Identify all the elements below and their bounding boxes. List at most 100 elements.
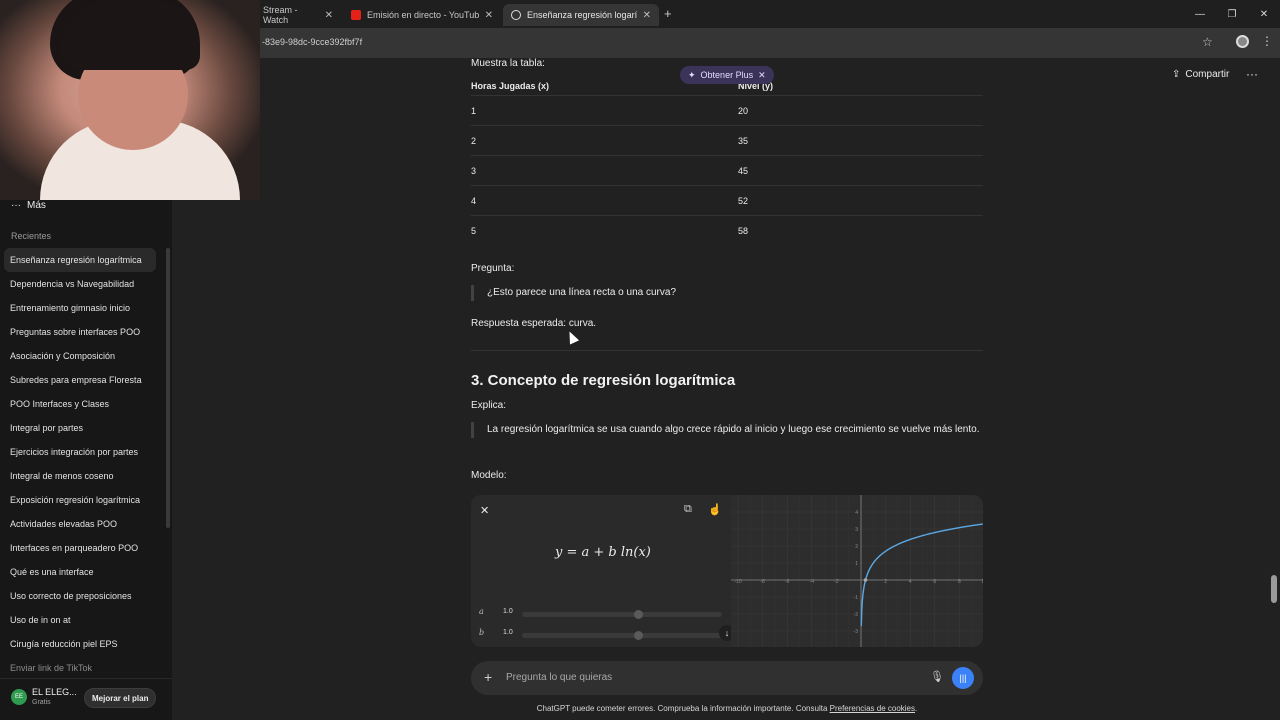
tab-title: Stream - Watch (263, 5, 298, 25)
sidebar-item-chat[interactable]: Uso de in on at (4, 608, 156, 632)
x-intercept-point[interactable] (863, 578, 868, 582)
close-tab-icon[interactable]: ✕ (485, 10, 493, 21)
table-cell: 52 (738, 195, 749, 206)
x-tick-label: 2 (884, 579, 887, 585)
slider-track[interactable] (522, 612, 722, 617)
question-quote: ¿Esto parece una línea recta o una curva… (471, 285, 676, 301)
sidebar-more-label: Más (27, 200, 46, 211)
tab-chatgpt[interactable]: Enseñanza regresión logarítmica ✕ (503, 4, 659, 26)
bookmark-star-icon[interactable]: ☆ (1202, 35, 1213, 49)
sidebar-item-chat[interactable]: Actividades elevadas POO (4, 512, 156, 536)
close-window-icon[interactable]: ✕ (1248, 0, 1280, 28)
table-cell: 2 (471, 135, 477, 146)
x-tick-label: 10 (981, 579, 983, 585)
y-tick-label: 2 (855, 544, 858, 550)
sidebar-scrollbar[interactable] (166, 248, 170, 528)
upgrade-plan-button[interactable]: Mejorar el plan (84, 688, 157, 708)
sidebar-item-chat[interactable]: Qué es una interface (4, 560, 156, 584)
add-attachment-icon[interactable]: + (484, 669, 492, 685)
param-slider-a[interactable]: a 1.0 (479, 607, 729, 621)
expected-answer: Respuesta esperada: curva. (471, 318, 597, 329)
x-tick-label: 6 (933, 579, 936, 585)
scroll-thumb[interactable] (1271, 575, 1277, 603)
formula: y = a + b ln(x) (555, 545, 651, 560)
tab-stream[interactable]: Stream - Watch ✕ (255, 4, 341, 26)
sidebar-item-chat[interactable]: Dependencia vs Navegabilidad (4, 272, 156, 296)
model-label: Modelo: (471, 470, 507, 481)
disclaimer-text: ChatGPT puede cometer errores. Comprueba… (536, 704, 830, 713)
sparkle-icon: ✦ (688, 69, 696, 80)
prompt-input[interactable]: Pregunta lo que quieras (506, 672, 612, 683)
voice-mode-button[interactable]: ||| (952, 667, 974, 689)
sidebar-item-chat[interactable]: Exposición regresión logarítmica (4, 488, 156, 512)
profile-icon[interactable] (1236, 35, 1249, 48)
param-value: 1.0 (503, 608, 513, 615)
slider-knob[interactable] (634, 631, 643, 640)
table-cell: 4 (471, 195, 477, 206)
divider (471, 350, 983, 351)
feedback-icon[interactable]: ☝ (708, 503, 722, 516)
table-cell: 45 (738, 165, 749, 176)
sidebar-more[interactable]: ··· Más (11, 200, 46, 211)
disclaimer: ChatGPT puede cometer errores. Comprueba… (471, 704, 983, 713)
explanation-quote: La regresión logarítmica se usa cuando a… (471, 422, 983, 438)
main-scrollbar[interactable] (1270, 58, 1278, 720)
slider-knob[interactable] (634, 610, 643, 619)
y-tick-label: 4 (855, 510, 858, 516)
x-tick-label: 8 (958, 579, 961, 585)
tab-youtube[interactable]: Emisión en directo - YouTube S ✕ (343, 4, 501, 26)
close-icon[interactable]: ✕ (758, 70, 766, 81)
data-table: Horas Jugadas (x) Nivel (y) 1 20 2 35 3 … (471, 76, 983, 246)
sidebar-item-chat[interactable]: Enseñanza regresión logarítmica (4, 248, 156, 272)
table-row: 5 58 (471, 216, 983, 246)
cookie-preferences-link[interactable]: Preferencias de cookies (830, 704, 915, 713)
section-heading: 3. Concepto de regresión logarítmica (471, 372, 736, 389)
x-tick-label: -4 (810, 579, 815, 585)
sidebar-item-chat[interactable]: Asociación y Composición (4, 344, 156, 368)
get-plus-pill[interactable]: ✦ Obtener Plus ✕ (680, 66, 774, 84)
new-tab-button[interactable]: + (664, 6, 672, 21)
param-value: 1.0 (503, 629, 513, 636)
question-label: Pregunta: (471, 263, 515, 274)
minimize-icon[interactable]: — (1184, 0, 1216, 28)
table-cell: 5 (471, 226, 477, 236)
avatar[interactable]: EE (11, 689, 27, 705)
function-graph[interactable]: -10 -8 -6 -4 -2 2 4 6 8 10 4 3 2 1 -1 -2 -3 (731, 495, 983, 647)
sidebar-item-chat[interactable]: Cirugía reducción piel EPS (4, 632, 156, 656)
y-tick-label: 3 (855, 527, 858, 533)
webcam-hair-front (60, 0, 200, 70)
more-dots-icon: ··· (11, 200, 21, 211)
sidebar-item-chat[interactable]: Enviar link de TikTok (4, 656, 156, 680)
recent-heading: Recientes (11, 231, 52, 241)
close-tab-icon[interactable]: ✕ (643, 10, 651, 21)
sidebar-item-chat[interactable]: Interfaces en parqueadero POO (4, 536, 156, 560)
sidebar-item-chat[interactable]: POO Interfaces y Clases (4, 392, 156, 416)
sidebar-item-chat[interactable]: Integral por partes (4, 416, 156, 440)
share-button[interactable]: ⇪ Compartir (1172, 69, 1229, 80)
restore-icon[interactable]: ❐ (1216, 0, 1248, 28)
conversation-options-icon[interactable]: ··· (1246, 67, 1258, 81)
sidebar-item-chat[interactable]: Ejercicios integración por partes (4, 440, 156, 464)
youtube-icon (351, 10, 361, 20)
sidebar-item-chat[interactable]: Subredes para empresa Floresta (4, 368, 156, 392)
browser-menu-icon[interactable]: ⋮ (1261, 34, 1273, 48)
user-panel[interactable]: EE EL ELEG... Gratis Mejorar el plan (0, 678, 172, 720)
user-name: EL ELEG... (32, 687, 77, 697)
sidebar-item-chat[interactable]: Entrenamiento gimnasio inicio (4, 296, 156, 320)
close-tab-icon[interactable]: ✕ (325, 10, 333, 21)
slider-track[interactable] (522, 633, 722, 638)
chat-history-list: Enseñanza regresión logarítmica Dependen… (4, 248, 156, 680)
log-curve (860, 523, 983, 627)
disclaimer-end: . (915, 704, 918, 713)
copy-icon[interactable]: ⧉ (684, 503, 692, 516)
sidebar-item-chat[interactable]: Uso correcto de preposiciones (4, 584, 156, 608)
param-slider-b[interactable]: b 1.0 (479, 628, 729, 642)
close-icon[interactable]: ✕ (480, 504, 489, 517)
message-composer[interactable]: + Pregunta lo que quieras 🎙 ||| (471, 661, 983, 695)
table-cell: 20 (738, 105, 749, 116)
sidebar-item-chat[interactable]: Integral de menos coseno (4, 464, 156, 488)
sidebar-item-chat[interactable]: Preguntas sobre interfaces POO (4, 320, 156, 344)
url-field[interactable]: -83e9-98dc-9cce392fbf7f (262, 37, 362, 47)
x-tick-label: -10 (734, 579, 741, 585)
microphone-icon[interactable]: 🎙 (930, 670, 944, 683)
